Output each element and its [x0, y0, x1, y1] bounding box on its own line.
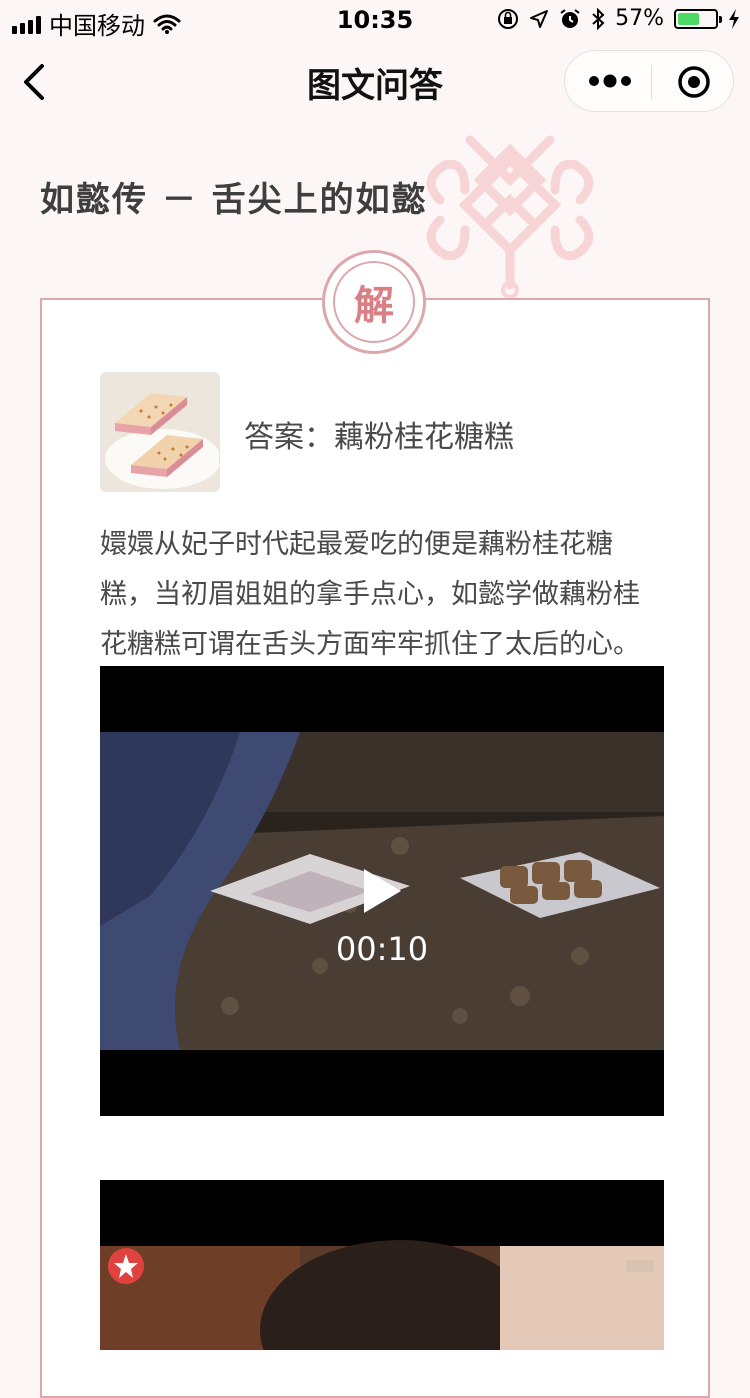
- orientation-lock-icon: [498, 8, 519, 29]
- answer-description: 嬛嬛从妃子时代起最爱吃的便是藕粉桂花糖 糕，当初眉姐姐的拿手点心，如懿学做藕粉桂…: [100, 520, 666, 670]
- video-frame-2: [100, 1180, 664, 1350]
- bluetooth-icon: [592, 7, 605, 30]
- answer-text: 答案：藕粉桂花糖糕: [244, 420, 514, 455]
- battery-percent: 57%: [615, 6, 664, 31]
- description-line: 糕，当初眉姐姐的拿手点心，如懿学做藕粉桂: [100, 579, 640, 610]
- seal-character: 解: [354, 283, 394, 329]
- mini-program-capsule: [564, 50, 734, 112]
- answer-thumbnail[interactable]: [100, 372, 220, 492]
- target-close-icon: [678, 66, 710, 98]
- food-image: [101, 373, 219, 491]
- answer-seal-badge: 解: [322, 250, 426, 354]
- alarm-icon: [560, 8, 580, 28]
- more-dots-icon: [589, 74, 631, 88]
- video-duration: 00:10: [335, 930, 429, 968]
- video-player-2[interactable]: [100, 1180, 664, 1350]
- status-bar: 中国移动 10:35 57%: [0, 0, 750, 40]
- capsule-divider: [651, 65, 652, 99]
- location-icon: [530, 9, 549, 28]
- chinese-knot-icon: [426, 135, 594, 299]
- description-line: 嬛嬛从妃子时代起最爱吃的便是藕粉桂花糖: [100, 529, 613, 560]
- battery-icon: [674, 8, 722, 29]
- charging-icon: [729, 8, 739, 29]
- nav-bar: 图文问答: [0, 40, 750, 126]
- description-line: 花糖糕可谓在舌头方面牢牢抓住了太后的心。: [100, 629, 640, 660]
- more-button[interactable]: [587, 69, 633, 93]
- page-heading: 如懿传 － 舌尖上的如懿: [40, 180, 428, 220]
- play-icon[interactable]: [360, 866, 404, 916]
- close-button[interactable]: [677, 65, 711, 99]
